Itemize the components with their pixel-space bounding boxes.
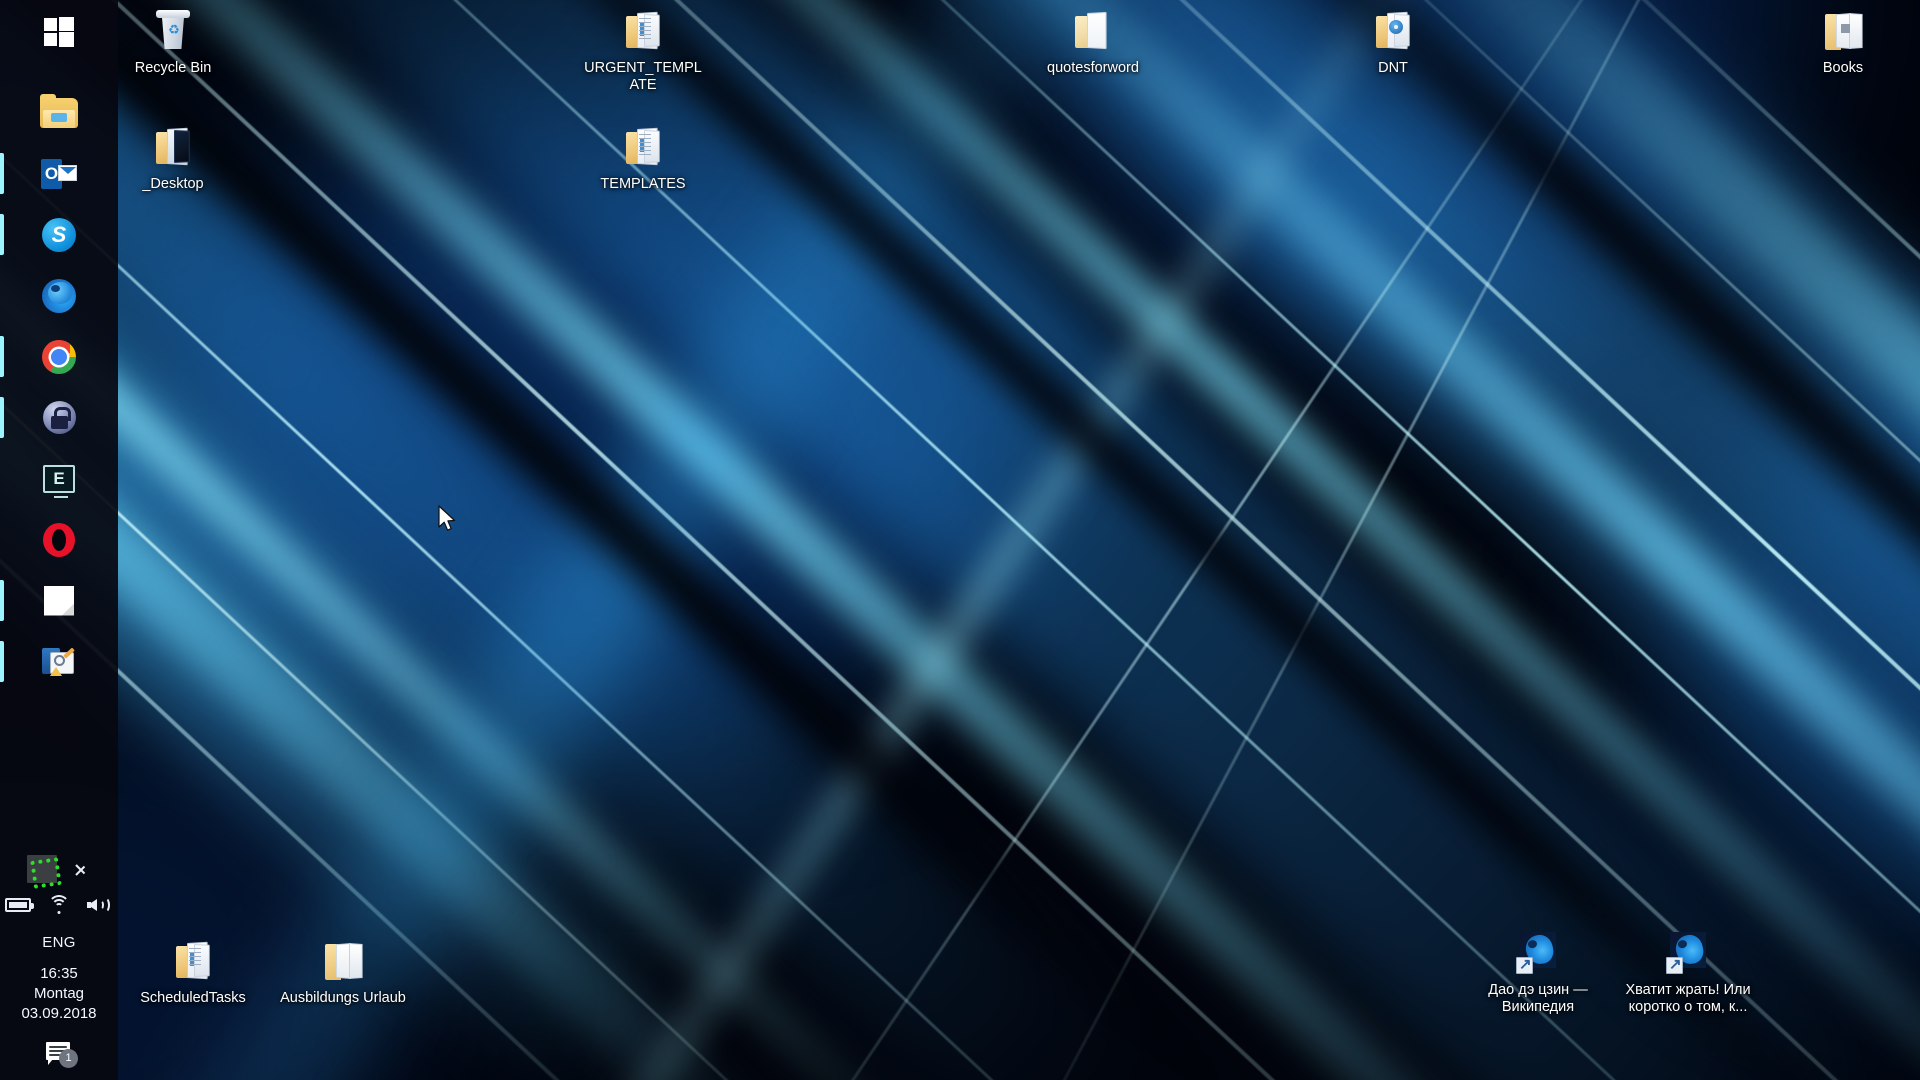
clock-date: 03.09.2018 bbox=[21, 1005, 97, 1022]
battery-full-icon[interactable] bbox=[5, 898, 34, 912]
taskbar-item-file-explorer[interactable] bbox=[0, 83, 118, 142]
network-monitor-icon[interactable] bbox=[27, 855, 57, 883]
folder-icon bbox=[1817, 8, 1869, 56]
desktop-icon-label: ScheduledTasks bbox=[140, 990, 246, 1006]
language-indicator[interactable]: ENG bbox=[0, 922, 118, 962]
windows-logo-icon bbox=[44, 16, 74, 47]
wifi-icon[interactable] bbox=[47, 895, 71, 915]
wallpaper-art bbox=[0, 0, 1920, 1080]
desktop-icon-ausbildungs-urlaub[interactable]: Ausbildungs Urlaub bbox=[280, 938, 406, 1007]
desktop-icon-quotesforword[interactable]: quotesforword bbox=[1030, 8, 1156, 77]
desktop-icon-label: Recycle Bin bbox=[134, 60, 212, 76]
chrome-icon bbox=[42, 339, 76, 374]
outlook-icon: O bbox=[41, 158, 77, 189]
taskbar-item-sticky-notes[interactable] bbox=[0, 571, 118, 630]
action-center-icon: 1 bbox=[46, 1041, 78, 1068]
firefox-icon bbox=[42, 278, 76, 313]
desktop-icon-label: DNT bbox=[1378, 60, 1408, 76]
folder-icon bbox=[1067, 8, 1119, 56]
folder-icon bbox=[147, 124, 199, 172]
desktop-icon-label: quotesforword bbox=[1047, 60, 1139, 76]
taskbar-item-chrome[interactable] bbox=[0, 327, 118, 386]
desktop-icon-books[interactable]: Books bbox=[1780, 8, 1906, 77]
start-button[interactable] bbox=[0, 2, 118, 61]
active-indicator bbox=[0, 336, 4, 377]
folder-icon bbox=[617, 8, 669, 56]
desktop-icon-label: _Desktop bbox=[142, 176, 204, 192]
active-indicator bbox=[0, 153, 4, 194]
mouse-cursor bbox=[438, 505, 456, 531]
desktop-background[interactable]: ♻ Recycle Bin URGENT_TEMPLATE quotesforw… bbox=[0, 0, 1920, 1080]
snipping-tool-icon bbox=[42, 646, 76, 677]
desktop-icon-label: URGENT_TEMPLATE bbox=[584, 60, 702, 93]
folder-icon bbox=[167, 938, 219, 986]
desktop-icon-label: TEMPLATES bbox=[600, 176, 686, 192]
lock-icon bbox=[42, 401, 76, 434]
skype-icon: S bbox=[42, 217, 76, 252]
sticky-notes-icon bbox=[44, 585, 74, 616]
desktop-icon-templates[interactable]: TEMPLATES bbox=[580, 124, 706, 193]
taskbar-item-firefox[interactable] bbox=[0, 266, 118, 325]
everything-icon: E bbox=[43, 464, 75, 498]
action-center-button[interactable]: 1 bbox=[0, 1030, 118, 1074]
taskbar-item-snipping-tool[interactable] bbox=[0, 632, 118, 691]
desktop-icon-desktop-folder[interactable]: _Desktop bbox=[110, 124, 236, 193]
taskbar-item-outlook[interactable]: O bbox=[0, 144, 118, 203]
firefox-shortcut-icon bbox=[1662, 930, 1714, 978]
folder-icon bbox=[617, 124, 669, 172]
desktop-icon-label: Дао дэ цзин — Википедия bbox=[1488, 982, 1588, 1015]
volume-icon[interactable] bbox=[87, 895, 113, 915]
opera-icon bbox=[43, 522, 75, 557]
file-explorer-icon bbox=[40, 93, 78, 128]
chevron-right-icon[interactable] bbox=[69, 858, 91, 880]
taskbar-item-skype[interactable]: S bbox=[0, 205, 118, 264]
desktop-icon-scheduledtasks[interactable]: ScheduledTasks bbox=[130, 938, 256, 1007]
desktop-icon-label: Books bbox=[1822, 60, 1864, 76]
active-indicator bbox=[0, 397, 4, 438]
desktop-icon-urgent-template[interactable]: URGENT_TEMPLATE bbox=[580, 8, 706, 94]
desktop-icon-recycle-bin[interactable]: ♻ Recycle Bin bbox=[110, 8, 236, 77]
firefox-shortcut-icon bbox=[1512, 930, 1564, 978]
desktop-icon-label: Ausbildungs Urlaub bbox=[280, 990, 406, 1006]
taskbar-item-everything[interactable]: E bbox=[0, 449, 118, 508]
desktop-icon-firefox-shortcut-hvatit[interactable]: Хватит жрать! Или коротко о том, к... bbox=[1625, 930, 1751, 1016]
active-indicator bbox=[0, 641, 4, 682]
taskbar-item-opera[interactable] bbox=[0, 510, 118, 569]
system-tray[interactable]: ENG 16:35 Montag 03.09.2018 1 bbox=[0, 850, 118, 1080]
recycle-bin-icon: ♻ bbox=[147, 8, 199, 56]
taskbar-item-keepass[interactable] bbox=[0, 388, 118, 447]
notification-badge: 1 bbox=[59, 1048, 78, 1068]
desktop-icon-dnt[interactable]: DNT bbox=[1330, 8, 1456, 77]
active-indicator bbox=[0, 214, 4, 255]
active-indicator bbox=[0, 580, 4, 621]
desktop-icon-firefox-shortcut-daodejing[interactable]: Дао дэ цзин — Википедия bbox=[1475, 930, 1601, 1016]
clock-weekday: Montag bbox=[33, 985, 85, 1002]
folder-icon bbox=[317, 938, 369, 986]
clock[interactable]: 16:35 Montag 03.09.2018 bbox=[0, 962, 118, 1030]
clock-time: 16:35 bbox=[40, 965, 78, 982]
folder-icon bbox=[1367, 8, 1419, 56]
desktop-icon-label: Хватит жрать! Или коротко о том, к... bbox=[1625, 982, 1751, 1015]
